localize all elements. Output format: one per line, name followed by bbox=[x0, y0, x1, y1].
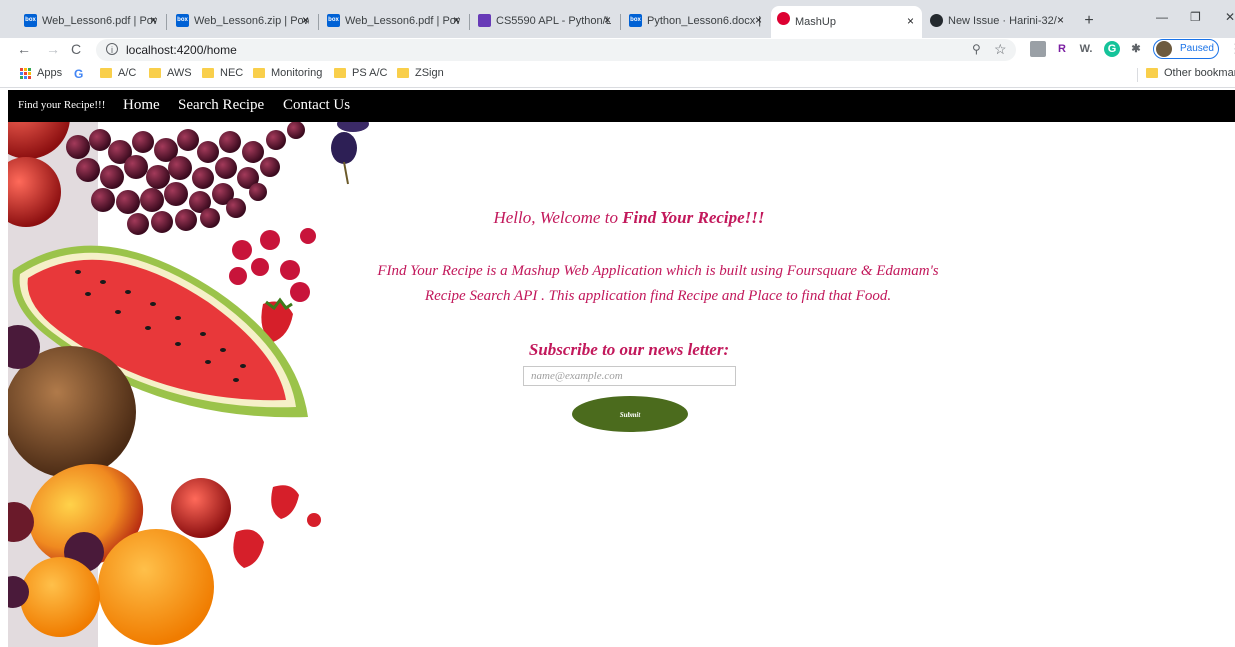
bookmark-label: A/C bbox=[118, 67, 137, 79]
bookmark-label: NEC bbox=[220, 67, 244, 79]
tab-divider bbox=[620, 14, 621, 30]
browser-toolbar: ← → C i localhost:4200/home ⚲ ☆ R W. G ✱… bbox=[0, 38, 1235, 62]
tab-new-issue[interactable]: New Issue · Harini-32/ × bbox=[924, 8, 1072, 34]
bookmarks-bar: Apps G A/C AWS NEC Monitoring PS A/C ZSi… bbox=[0, 62, 1235, 88]
tab-title: MashUp bbox=[795, 16, 836, 28]
grammarly-icon[interactable]: G bbox=[1104, 41, 1120, 57]
tab-divider bbox=[469, 14, 470, 30]
zoom-icon[interactable]: ⚲ bbox=[972, 42, 981, 56]
tab-divider bbox=[318, 14, 319, 30]
tab-web-lesson6-pdf[interactable]: box Web_Lesson6.pdf | Pow × bbox=[18, 8, 165, 34]
tab-title: New Issue · Harini-32/ bbox=[948, 15, 1057, 27]
bookmark-label: Apps bbox=[37, 67, 63, 79]
angular-icon bbox=[777, 12, 790, 25]
tab-title: Web_Lesson6.zip | Pow bbox=[194, 15, 309, 27]
folder-icon bbox=[1146, 68, 1158, 78]
close-icon[interactable]: × bbox=[302, 13, 309, 27]
welcome-heading: Hello, Welcome to Find Your Recipe!!! bbox=[8, 208, 1235, 228]
class-icon bbox=[478, 14, 491, 27]
bookmark-other-bookmarks[interactable]: Other bookmarks bbox=[1146, 67, 1235, 79]
address-bar[interactable]: i localhost:4200/home ⚲ ☆ bbox=[96, 39, 1016, 61]
tab-mashup-active[interactable]: MashUp × bbox=[771, 6, 922, 38]
bookmark-folder-monitoring[interactable]: Monitoring bbox=[253, 67, 322, 79]
subscribe-heading: Subscribe to our news letter: bbox=[528, 340, 730, 359]
nav-link-contact-us[interactable]: Contact Us bbox=[283, 97, 350, 114]
close-icon[interactable]: × bbox=[453, 13, 460, 27]
window-close-button[interactable]: ✕ bbox=[1225, 10, 1235, 24]
bookmark-folder-aws[interactable]: AWS bbox=[149, 67, 192, 79]
folder-icon bbox=[100, 68, 112, 78]
address-url[interactable]: localhost:4200/home bbox=[126, 43, 237, 57]
bookmark-folder-zsign[interactable]: ZSign bbox=[397, 67, 444, 79]
restore-button[interactable]: ❐ bbox=[1190, 10, 1201, 24]
bookmark-divider bbox=[1137, 68, 1138, 82]
nav-link-home[interactable]: Home bbox=[123, 97, 160, 114]
tab-title: Web_Lesson6.pdf | Pow bbox=[42, 15, 157, 27]
app-navbar: Find your Recipe!!! Home Search Recipe C… bbox=[8, 90, 1235, 122]
close-icon[interactable]: × bbox=[604, 13, 611, 27]
folder-icon bbox=[397, 68, 409, 78]
bookmark-label: ZSign bbox=[415, 67, 444, 79]
bookmark-folder-ac[interactable]: A/C bbox=[100, 67, 136, 79]
bookmark-label: Monitoring bbox=[271, 67, 323, 79]
extensions-icon[interactable]: ✱ bbox=[1128, 41, 1144, 57]
bookmark-folder-ps-ac[interactable]: PS A/C bbox=[334, 67, 387, 79]
description-line-2: Recipe Search API . This application fin… bbox=[424, 288, 892, 304]
bookmark-label: Other bookmarks bbox=[1164, 67, 1235, 79]
site-info-icon[interactable]: i bbox=[106, 43, 118, 55]
r-extension-icon[interactable]: R bbox=[1054, 41, 1070, 57]
close-icon[interactable]: × bbox=[755, 13, 762, 27]
bookmark-star-icon[interactable]: ☆ bbox=[994, 41, 1007, 58]
folder-icon bbox=[202, 68, 214, 78]
w-extension-icon[interactable]: W. bbox=[1078, 41, 1094, 57]
profile-status: Paused bbox=[1180, 43, 1214, 54]
welcome-prefix: Hello, Welcome to bbox=[493, 208, 623, 227]
app-description: FInd Your Recipe is a Mashup Web Applica… bbox=[308, 259, 1008, 309]
welcome-brand: Find Your Recipe!!! bbox=[622, 208, 765, 227]
avatar bbox=[1156, 41, 1172, 57]
box-icon: box bbox=[24, 14, 37, 27]
bookmark-folder-nec[interactable]: NEC bbox=[202, 67, 243, 79]
tab-cs5590[interactable]: CS5590 APL - Python/L × bbox=[472, 8, 619, 34]
email-field[interactable] bbox=[523, 366, 736, 386]
bookmark-apps[interactable]: Apps bbox=[20, 67, 62, 79]
box-icon: box bbox=[327, 14, 340, 27]
puzzle-icon[interactable] bbox=[1030, 41, 1046, 57]
close-icon[interactable]: × bbox=[907, 14, 914, 28]
menu-icon[interactable]: ⋮ bbox=[1229, 41, 1235, 57]
submit-button[interactable]: Submit bbox=[572, 396, 688, 432]
box-icon: box bbox=[176, 14, 189, 27]
web-page: Find your Recipe!!! Home Search Recipe C… bbox=[8, 90, 1235, 647]
google-icon[interactable]: G bbox=[74, 67, 83, 81]
folder-icon bbox=[149, 68, 161, 78]
forward-button[interactable]: → bbox=[46, 41, 60, 57]
tab-title: CS5590 APL - Python/L bbox=[496, 15, 611, 27]
tab-web-lesson6-pdf-2[interactable]: box Web_Lesson6.pdf | Pow × bbox=[321, 8, 468, 34]
folder-icon bbox=[334, 68, 346, 78]
tab-divider bbox=[166, 14, 167, 30]
profile-paused-button[interactable]: Paused bbox=[1153, 39, 1219, 59]
new-tab-button[interactable]: + bbox=[1078, 10, 1100, 32]
bookmark-label: AWS bbox=[167, 67, 192, 79]
tab-title: Python_Lesson6.docx | bbox=[647, 15, 762, 27]
tab-title: Web_Lesson6.pdf | Pow bbox=[345, 15, 460, 27]
browser-tab-strip: box Web_Lesson6.pdf | Pow × box Web_Less… bbox=[0, 0, 1235, 38]
back-button[interactable]: ← bbox=[17, 41, 31, 57]
description-line-1: FInd Your Recipe is a Mashup Web Applica… bbox=[377, 263, 939, 279]
nav-link-search-recipe[interactable]: Search Recipe bbox=[178, 97, 264, 114]
github-icon bbox=[930, 14, 943, 27]
apps-grid-icon bbox=[20, 67, 31, 79]
close-icon[interactable]: × bbox=[1057, 13, 1064, 27]
tab-python-lesson6[interactable]: box Python_Lesson6.docx | × bbox=[623, 8, 770, 34]
app-brand[interactable]: Find your Recipe!!! bbox=[18, 99, 105, 111]
folder-icon bbox=[253, 68, 265, 78]
bookmark-label: PS A/C bbox=[352, 67, 388, 79]
reload-button[interactable]: C bbox=[71, 41, 81, 57]
minimize-button[interactable]: — bbox=[1156, 10, 1168, 24]
box-icon: box bbox=[629, 14, 642, 27]
main-content: Hello, Welcome to Find Your Recipe!!! FI… bbox=[8, 122, 1235, 647]
close-icon[interactable]: × bbox=[150, 13, 157, 27]
tab-web-lesson6-zip[interactable]: box Web_Lesson6.zip | Pow × bbox=[170, 8, 317, 34]
